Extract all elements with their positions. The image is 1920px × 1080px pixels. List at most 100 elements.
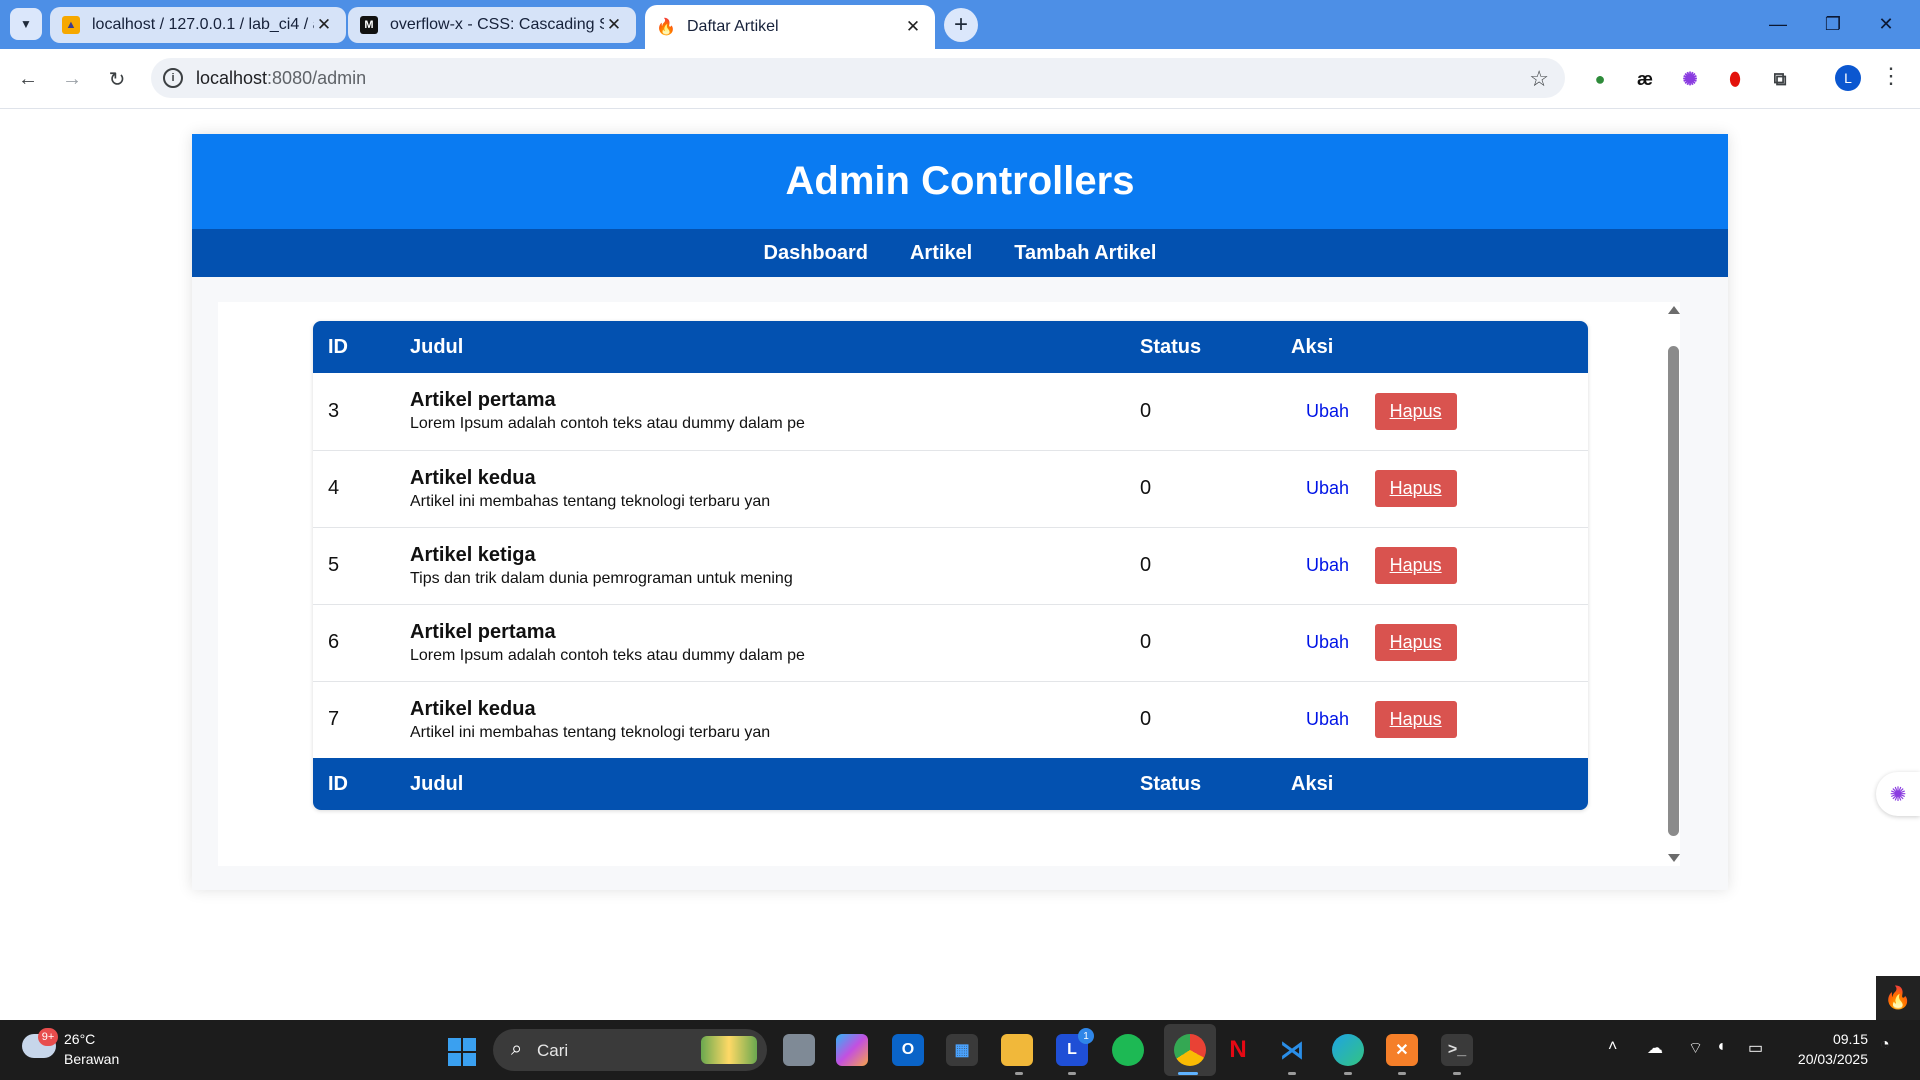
nav-tambah-artikel[interactable]: Tambah Artikel — [1014, 242, 1156, 265]
spotify-icon[interactable] — [1112, 1034, 1144, 1066]
nav-artikel[interactable]: Artikel — [910, 242, 972, 265]
row-actions: Ubah Hapus — [1276, 681, 1588, 758]
articles-table: ID Judul Status Aksi 3 Artikel pertama L… — [313, 321, 1588, 810]
edit-link[interactable]: Ubah — [1291, 547, 1364, 584]
row-title: Artikel ketiga — [410, 543, 536, 566]
xampp-icon[interactable]: ✕ — [1386, 1034, 1418, 1066]
url-host: localhost — [196, 68, 268, 88]
nav-dashboard[interactable]: Dashboard — [764, 242, 868, 265]
row-judul-cell: Artikel kedua Artikel ini membahas tenta… — [395, 450, 1125, 528]
row-status: 0 — [1125, 373, 1276, 451]
scroll-up-icon[interactable] — [1668, 306, 1680, 314]
row-title: Artikel kedua — [410, 697, 536, 720]
notification-bell-icon[interactable]: ◔ — [1880, 1036, 1890, 1054]
chrome-icon[interactable] — [1174, 1034, 1206, 1066]
url-text[interactable]: localhost:8080/admin — [196, 68, 366, 89]
extension-globe-icon[interactable]: ● — [1585, 64, 1615, 94]
terminal-icon[interactable]: >_ — [1441, 1034, 1473, 1066]
table-row: 5 Artikel ketiga Tips dan trik dalam dun… — [313, 527, 1588, 605]
running-indicator — [1453, 1072, 1461, 1075]
microsoft-store-icon[interactable]: ▦ — [946, 1034, 978, 1066]
delete-button[interactable]: Hapus — [1374, 547, 1457, 584]
taskbar-search[interactable]: ⌕ Cari — [493, 1029, 767, 1071]
tab-title: Daftar Artikel — [687, 18, 779, 35]
address-bar[interactable]: i localhost:8080/admin ☆ — [151, 58, 1565, 98]
running-indicator — [1344, 1072, 1352, 1075]
more-menu-icon[interactable]: ⋮ — [1880, 63, 1902, 89]
delete-button[interactable]: Hapus — [1374, 470, 1457, 507]
row-judul-cell: Artikel ketiga Tips dan trik dalam dunia… — [395, 527, 1125, 605]
forward-arrow-icon[interactable]: → — [56, 63, 88, 95]
row-snippet: Lorem Ipsum adalah contoh teks atau dumm… — [410, 415, 805, 433]
codeigniter-debug-flame-icon[interactable]: 🔥 — [1876, 976, 1920, 1020]
wifi-icon[interactable]: ⌔ — [1688, 1038, 1703, 1058]
delete-button[interactable]: Hapus — [1374, 701, 1457, 739]
search-label: Cari — [537, 1041, 569, 1060]
extension-brain-icon[interactable]: ✺ — [1675, 64, 1705, 94]
row-title: Artikel pertama — [410, 620, 556, 643]
content-scrollbar[interactable] — [1664, 302, 1684, 866]
back-arrow-icon[interactable]: ← — [12, 63, 44, 95]
tray-chevron-up-icon[interactable]: ˄ — [1608, 1038, 1617, 1056]
extension-opera-icon[interactable]: ⬮ — [1720, 64, 1750, 94]
extension-ae-icon[interactable]: æ — [1630, 64, 1660, 94]
close-tab-icon[interactable]: ✕ — [314, 15, 334, 35]
sidebar-brain-icon[interactable]: ✺ — [1876, 772, 1920, 816]
netflix-icon[interactable]: N — [1222, 1034, 1254, 1066]
url-path: :8080/admin — [267, 68, 367, 88]
minimize-icon[interactable]: — — [1758, 8, 1798, 40]
tab-daftar-artikel[interactable]: 🔥 Daftar Artikel ✕ — [645, 5, 935, 49]
table-header-row: ID Judul Status Aksi — [313, 321, 1588, 373]
edit-link[interactable]: Ubah — [1291, 624, 1364, 661]
main-nav: Dashboard Artikel Tambah Artikel — [192, 229, 1728, 277]
tab-search-chevron-icon[interactable]: ▼ — [10, 8, 42, 40]
restore-icon[interactable]: ❐ — [1813, 8, 1853, 40]
edit-link[interactable]: Ubah — [1291, 470, 1364, 507]
app-l-badge: 1 — [1078, 1028, 1094, 1044]
weather-description[interactable]: Berawan — [64, 1051, 119, 1067]
close-tab-icon[interactable]: ✕ — [604, 15, 624, 35]
edge-icon[interactable] — [1332, 1034, 1364, 1066]
close-tab-icon[interactable]: ✕ — [903, 17, 923, 37]
windows-start-icon[interactable] — [448, 1038, 476, 1066]
row-status: 0 — [1125, 604, 1276, 682]
delete-button[interactable]: Hapus — [1374, 392, 1457, 430]
vscode-icon[interactable]: ⋊ — [1276, 1034, 1308, 1066]
tab-mdn[interactable]: M overflow-x - CSS: Cascading Sty ✕ — [348, 7, 636, 43]
search-icon: ⌕ — [511, 1038, 523, 1060]
footer-judul: Judul — [395, 758, 1125, 810]
copilot-icon[interactable] — [836, 1034, 868, 1066]
row-snippet: Artikel ini membahas tentang teknologi t… — [410, 492, 771, 510]
edit-link[interactable]: Ubah — [1291, 701, 1364, 738]
table-row: 3 Artikel pertama Lorem Ipsum adalah con… — [313, 373, 1588, 451]
clock-time[interactable]: 09.15 — [1828, 1031, 1868, 1047]
clock-date[interactable]: 20/03/2025 — [1786, 1051, 1868, 1067]
reload-icon[interactable]: ↻ — [101, 63, 133, 95]
phpmyadmin-icon: ▲ — [62, 16, 80, 34]
tab-phpmyadmin[interactable]: ▲ localhost / 127.0.0.1 / lab_ci4 / a ✕ — [50, 7, 346, 43]
running-indicator-active — [1178, 1072, 1198, 1075]
header-aksi: Aksi — [1276, 321, 1588, 373]
table-row: 6 Artikel pertama Lorem Ipsum adalah con… — [313, 604, 1588, 682]
edit-link[interactable]: Ubah — [1291, 393, 1364, 430]
scroll-thumb[interactable] — [1668, 346, 1679, 836]
site-info-icon[interactable]: i — [163, 68, 183, 88]
battery-icon[interactable]: ▭ — [1748, 1038, 1763, 1058]
file-explorer-icon[interactable] — [1001, 1034, 1033, 1066]
header-id: ID — [313, 321, 395, 373]
close-window-icon[interactable]: ✕ — [1866, 8, 1906, 40]
weather-temperature[interactable]: 26°C — [64, 1031, 95, 1047]
tab-title: overflow-x - CSS: Cascading Sty — [390, 16, 604, 33]
profile-avatar[interactable]: L — [1835, 65, 1861, 91]
delete-button[interactable]: Hapus — [1374, 624, 1457, 661]
running-indicator — [1015, 1072, 1023, 1075]
new-tab-button[interactable]: + — [944, 8, 978, 42]
extensions-puzzle-icon[interactable]: ⧉ — [1765, 64, 1795, 94]
tab-title: localhost / 127.0.0.1 / lab_ci4 / a — [92, 16, 314, 33]
scroll-down-icon[interactable] — [1668, 854, 1680, 862]
volume-icon[interactable]: ◖ — [1716, 1038, 1726, 1056]
bookmark-star-icon[interactable]: ☆ — [1529, 66, 1549, 92]
outlook-icon[interactable]: O — [892, 1034, 924, 1066]
task-view-icon[interactable] — [783, 1034, 815, 1066]
onedrive-cloud-icon[interactable]: ☁ — [1647, 1038, 1663, 1058]
